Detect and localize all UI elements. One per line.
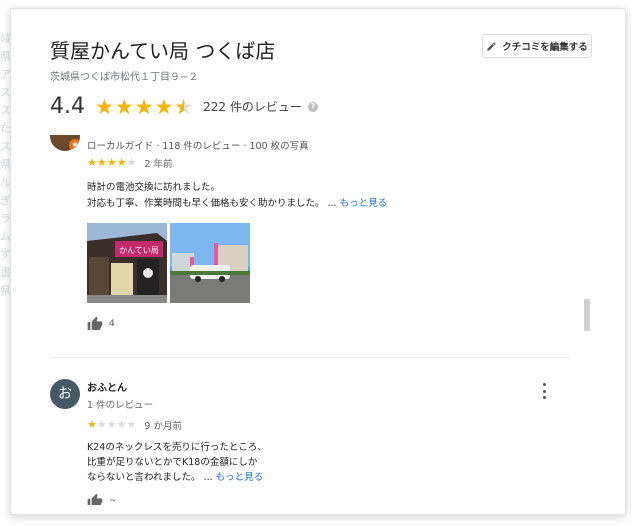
review-text-line: 時計の電池交換に訪れました。 <box>87 182 221 193</box>
help-icon[interactable]: ? <box>307 101 318 112</box>
review-text-line: ならないと言われました。 ... <box>87 472 213 483</box>
star-icon: ★ <box>87 418 97 431</box>
star-icon: ★ <box>106 418 117 431</box>
like-count: 4 <box>109 319 115 329</box>
star-icon: ★ <box>116 418 127 431</box>
star-icon: ★ <box>96 156 107 169</box>
star-half-icon: ★ <box>174 96 193 118</box>
review-stars: ★ ★ ★ ★ ★ <box>87 419 136 431</box>
read-more-link[interactable]: もっと見る <box>340 198 388 209</box>
review-text: K24のネックレスを売りに行ったところ、 比重が足りないとかでK18の金額にしか… <box>87 440 267 485</box>
star-icon: ★ <box>126 156 137 169</box>
review-text: 時計の電池交換に訪れました。 対応も丁寧、作業時間も早く価格も安く助かりました。… <box>87 180 387 212</box>
review-text-line: 比重が足りないとかでK18の金額にしか <box>87 457 258 468</box>
review-text-line: K24のネックレスを売りに行ったところ、 <box>87 442 267 453</box>
review-photo-storefront[interactable]: かんてい局 <box>87 223 167 303</box>
like-row: 4 <box>87 316 115 332</box>
star-icon: ★ <box>154 94 174 119</box>
review-photos: かんてい局 <box>87 223 250 303</box>
rating-stars: ★ ★ ★ ★ ★ <box>95 96 193 118</box>
write-review-label: クチコミを編集する <box>502 42 588 53</box>
storefront-sign: かんてい局 <box>119 246 159 255</box>
like-count: ~ <box>109 496 117 505</box>
rating-summary: 4.4 ★ ★ ★ ★ ★ 222 件のレビュー ? <box>50 94 318 119</box>
reviewer-name[interactable]: おふとん <box>87 379 127 394</box>
place-address: 茨城県つくば市松代１丁目９−２ <box>50 72 199 83</box>
review-count: 222 件のレビュー <box>203 100 302 114</box>
review-age: 9 か月前 <box>144 421 182 432</box>
review-stars: ★ ★ ★ ★ ★ <box>87 157 136 169</box>
star-icon: ★ <box>114 94 134 119</box>
reviewer-meta[interactable]: ローカルガイド · 118 件のレビュー · 100 枚の写真 <box>87 138 309 152</box>
reviews-dialog: 質屋かんてい局 つくば店 茨城県つくば市松代１丁目９−２ クチコミを編集する 4… <box>10 8 626 515</box>
star-icon: ★ <box>87 156 97 169</box>
thumb-up-icon[interactable] <box>87 493 103 505</box>
review-rating: ★ ★ ★ ★ ★ 9 か月前 <box>87 418 182 433</box>
read-more-link[interactable]: もっと見る <box>216 472 264 483</box>
scrollbar[interactable] <box>584 299 590 331</box>
review-text-line: 対応も丁寧、作業時間も早く価格も安く助かりました。 ... <box>87 198 337 209</box>
star-icon: ★ <box>96 418 107 431</box>
divider <box>50 357 570 358</box>
like-row: ~ <box>87 493 117 505</box>
pencil-icon <box>487 41 496 51</box>
place-title: 質屋かんてい局 つくば店 <box>50 39 276 63</box>
reviews-list[interactable]: ★ ローカルガイド · 118 件のレビュー · 100 枚の写真 ★ ★ ★ … <box>50 135 590 505</box>
star-icon: ★ <box>95 94 114 119</box>
star-icon: ★ <box>106 156 117 169</box>
review-age: 2 年前 <box>144 159 173 170</box>
star-icon: ★ <box>116 156 127 169</box>
star-icon: ★ <box>134 94 154 119</box>
reviewer-review-count: 1 件のレビュー <box>87 400 154 411</box>
thumb-up-icon[interactable] <box>87 316 103 332</box>
avatar[interactable]: ★ <box>50 135 80 151</box>
write-review-button[interactable]: クチコミを編集する <box>482 34 592 58</box>
review-rating: ★ ★ ★ ★ ★ 2 年前 <box>87 156 173 171</box>
star-icon: ★ <box>126 418 137 431</box>
local-guide-badge-icon: ★ <box>69 139 80 151</box>
more-vert-icon[interactable] <box>539 383 549 399</box>
avatar[interactable]: お <box>50 379 80 409</box>
review-photo-street[interactable] <box>170 223 250 303</box>
average-rating: 4.4 <box>50 94 85 119</box>
